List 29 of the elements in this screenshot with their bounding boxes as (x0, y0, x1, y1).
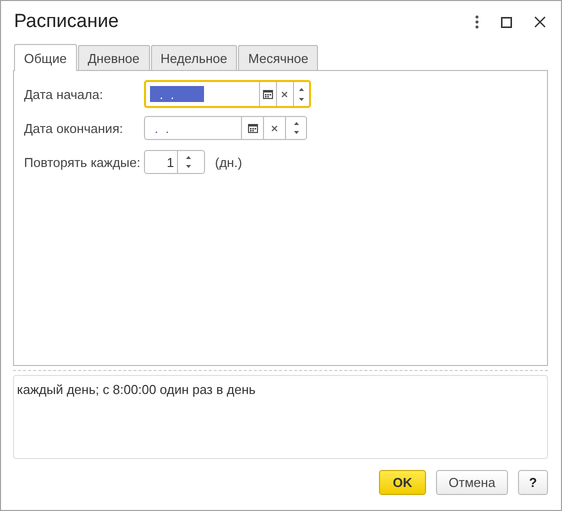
date-field[interactable]: . . (144, 116, 307, 140)
calendar-icon[interactable] (248, 123, 258, 133)
calendar-icon[interactable] (262, 89, 273, 99)
spin-down-icon[interactable] (298, 98, 304, 100)
tab[interactable]: Недельное (150, 45, 238, 70)
window-title: Расписание (13, 11, 119, 33)
close-icon[interactable] (534, 16, 546, 28)
spin-up-icon[interactable] (186, 156, 190, 159)
description-box: каждый день; с 8:00:00 один раз в день (13, 375, 548, 459)
field-label: Дата начала: (24, 86, 104, 102)
field-label: Повторять каждые: (24, 154, 142, 170)
tab[interactable]: Дневное (78, 45, 150, 70)
spin-up-icon[interactable] (294, 122, 298, 125)
clear-icon[interactable] (271, 124, 278, 132)
tab[interactable]: Общие (14, 44, 77, 71)
field-label: Дата окончания: (24, 120, 124, 136)
spin-down-icon[interactable] (186, 165, 190, 168)
number-field[interactable]: 1 (144, 150, 205, 174)
spin-down-icon[interactable] (294, 131, 298, 134)
spin-up-icon[interactable] (298, 88, 304, 90)
ok-button[interactable]: OK (379, 470, 426, 495)
maximize-icon[interactable] (501, 16, 512, 28)
help-button[interactable]: ? (518, 470, 548, 495)
unit-label: (дн.) (215, 154, 242, 170)
more-icon[interactable] (475, 15, 479, 29)
clear-icon[interactable] (281, 90, 288, 98)
cancel-button[interactable]: Отмена (436, 470, 508, 495)
tab[interactable]: Месячное (238, 45, 318, 70)
date-field[interactable]: . . (144, 80, 311, 108)
